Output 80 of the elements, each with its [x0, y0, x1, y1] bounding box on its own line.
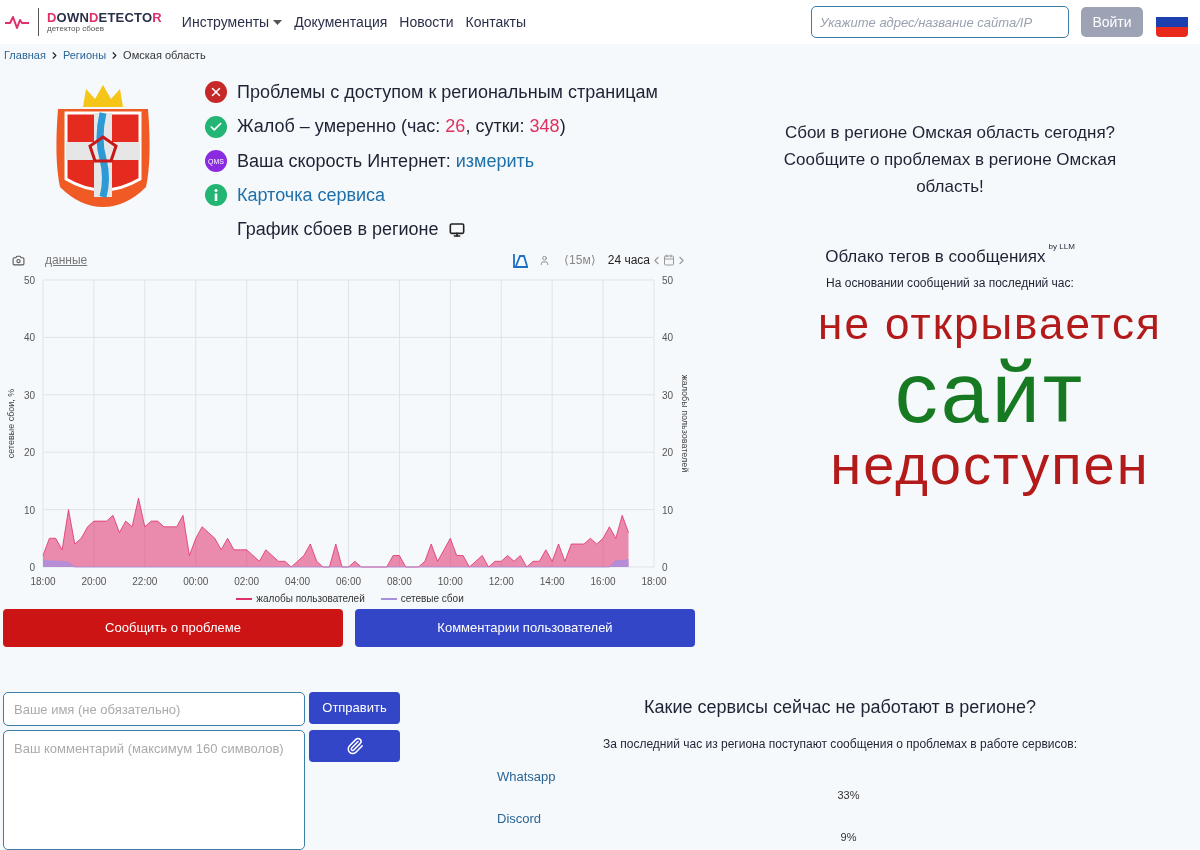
y-axis-title: сетевые сбои, %: [6, 388, 16, 459]
caret-icon: [273, 19, 283, 25]
x-tick-label: 18:00: [30, 576, 56, 587]
y-tick-label: 0: [662, 562, 668, 573]
x-tick-label: 20:00: [81, 576, 107, 587]
cloud-tag[interactable]: сайт: [894, 349, 1086, 434]
x-tick-label: 08:00: [386, 576, 412, 587]
report-problem-button[interactable]: Сообщить о проблеме: [3, 609, 343, 647]
y-tick-label: 20: [23, 447, 35, 459]
x-tick-label: 00:00: [183, 576, 209, 587]
nav-link[interactable]: Инструменты: [181, 11, 283, 33]
service-link[interactable]: Discord: [497, 809, 542, 829]
x-tick-label: 14:00: [539, 576, 565, 587]
status-text: График сбоев в регионе: [237, 218, 439, 242]
status-link[interactable]: измерить: [455, 150, 535, 171]
check-icon: [205, 115, 227, 138]
x-tick-label: 18:00: [641, 576, 667, 587]
y-tick-label: 40: [23, 332, 35, 344]
tag-cloud-title: Облако тегов в сообщениях: [825, 246, 1046, 268]
period-label[interactable]: 24 часа: [607, 251, 650, 269]
nav-link[interactable]: Новости: [399, 11, 454, 33]
interval-selector[interactable]: ⟨15м⟩: [564, 251, 596, 269]
info-icon: [205, 184, 227, 207]
service-share: 9%: [840, 829, 857, 845]
x-tick-label: 16:00: [590, 576, 616, 587]
send-button[interactable]: Отправить: [309, 692, 400, 724]
x-tick-label: 12:00: [488, 576, 514, 587]
comment-field[interactable]: Ваш комментарий (максимум 160 символов): [3, 730, 305, 850]
legend-label[interactable]: сетевые сбои: [400, 591, 464, 606]
status-text: Жалоб – умеренно (час: 26, сутки: 348): [237, 115, 566, 139]
service-card-link[interactable]: Карточка сервиса: [237, 181, 386, 209]
breadcrumb-current: Омская область: [123, 47, 206, 63]
y-tick-label: 50: [23, 275, 35, 286]
service-share: 33%: [837, 787, 860, 803]
y-tick-label: 0: [29, 562, 35, 573]
search-field[interactable]: Укажите адрес/название сайта/IP: [811, 6, 1069, 38]
cloud-tag[interactable]: недоступен: [830, 433, 1150, 496]
logo-wordmark[interactable]: DOWNDETECTOR: [47, 11, 162, 24]
y-tick-label: 20: [662, 447, 674, 459]
legend-swatch: [236, 597, 253, 600]
status-text: Ваша скорость Интернет: измерить: [237, 149, 535, 173]
y-axis-title: жалобы пользователей: [680, 374, 690, 473]
y-tick-label: 40: [662, 332, 674, 344]
x-tick-label: 04:00: [285, 576, 311, 587]
error-icon: [205, 81, 227, 104]
x-tick-label: 22:00: [132, 576, 158, 587]
data-link[interactable]: данные: [45, 251, 88, 269]
pulse-logo-icon: [4, 14, 30, 30]
services-subtitle: За последний час из региона поступают сообщения о проблемах в работе сервисов:: [602, 736, 1078, 753]
llm-label: by LLM: [1048, 242, 1075, 252]
legend-label[interactable]: жалобы пользователей: [256, 591, 365, 606]
breadcrumb-link[interactable]: Регионы: [62, 46, 107, 64]
service-link[interactable]: Whatsapp: [497, 767, 556, 787]
logo-tagline: детектор сбоев: [47, 25, 105, 33]
y-tick-label: 50: [662, 275, 674, 286]
calendar-icon[interactable]: [663, 254, 675, 266]
legend-swatch: [380, 597, 397, 600]
paperclip-icon: [345, 737, 364, 755]
tag-cloud-subtitle: На основании сообщений за последний час:: [826, 274, 1074, 292]
camera-icon[interactable]: [12, 253, 25, 267]
x-tick-label: 02:00: [234, 576, 260, 587]
x-tick-label: 10:00: [437, 576, 463, 587]
region-question: Сбои в регионе Омская область сегодня?: [783, 122, 1117, 144]
status-text: Проблемы с доступом к региональным страницам: [237, 80, 658, 104]
nav-link[interactable]: Контакты: [465, 11, 526, 33]
region-report-prompt: Сообщите о проблемах в регионе Омская область!: [782, 149, 1118, 198]
monitor-icon: [448, 221, 465, 238]
breadcrumb-link[interactable]: Главная: [4, 46, 46, 64]
y-tick-label: 30: [662, 389, 674, 401]
x-tick-label: 06:00: [336, 576, 361, 587]
nav-link[interactable]: Документация: [294, 11, 388, 33]
area-chart-icon[interactable]: [513, 252, 530, 268]
name-field[interactable]: Ваше имя (не обязательно): [3, 692, 305, 726]
user-comments-button[interactable]: Комментарии пользователей: [355, 609, 695, 647]
services-title: Какие сервисы сейчас не работают в регионе?: [643, 696, 1037, 719]
attach-button[interactable]: [309, 730, 400, 762]
y-tick-label: 30: [23, 389, 35, 401]
y-tick-label: 10: [23, 504, 35, 516]
cloud-tag[interactable]: не открывается: [818, 297, 1162, 350]
y-tick-label: 10: [662, 504, 674, 516]
